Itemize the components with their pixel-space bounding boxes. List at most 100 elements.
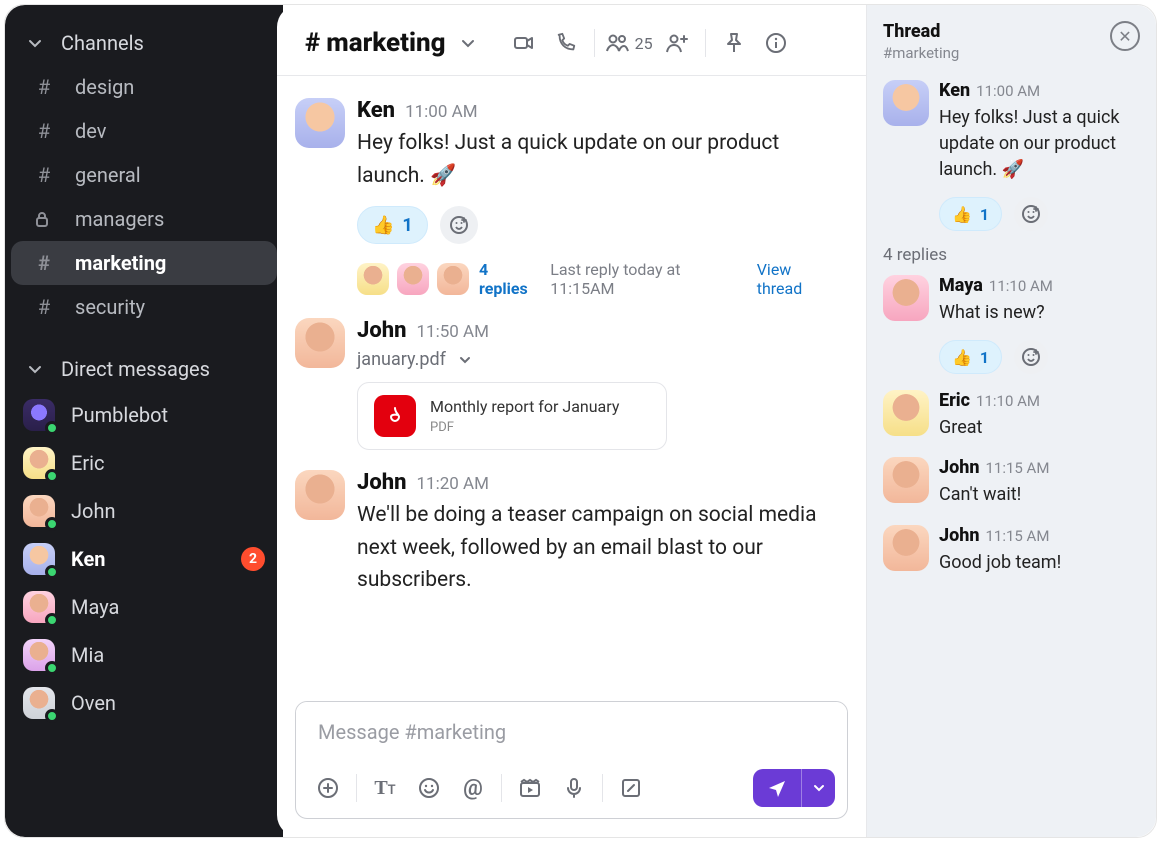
sidebar-dm-john[interactable]: John bbox=[5, 487, 283, 535]
message-author[interactable]: John bbox=[939, 525, 979, 546]
avatar[interactable] bbox=[883, 275, 929, 321]
topbar: # marketing 25 bbox=[277, 5, 866, 76]
reaction-count: 1 bbox=[980, 205, 989, 224]
dm-section-header[interactable]: Direct messages bbox=[5, 347, 283, 391]
add-reaction-button[interactable] bbox=[440, 206, 478, 244]
message-body: What is new? bbox=[939, 300, 1140, 326]
avatar[interactable] bbox=[883, 390, 929, 436]
channel-label: design bbox=[75, 75, 134, 99]
channels-section-header[interactable]: Channels bbox=[5, 21, 283, 65]
add-member-button[interactable] bbox=[659, 25, 695, 61]
sidebar-dm-oven[interactable]: Oven bbox=[5, 679, 283, 727]
thread-close-button[interactable]: ✕ bbox=[1110, 21, 1140, 51]
avatar[interactable] bbox=[883, 525, 929, 571]
reaction-pill[interactable]: 👍1 bbox=[939, 197, 1002, 231]
composer: TT @ bbox=[295, 701, 848, 819]
dm-name: Mia bbox=[71, 643, 104, 667]
chevron-down-icon[interactable] bbox=[801, 769, 835, 807]
view-thread-link[interactable]: View thread bbox=[757, 260, 840, 298]
avatar bbox=[357, 263, 389, 295]
sidebar-channel-marketing[interactable]: #marketing bbox=[11, 241, 277, 285]
presence-indicator bbox=[45, 469, 59, 483]
thread-message: Maya11:10 AM What is new? 👍1 bbox=[867, 267, 1156, 382]
avatar[interactable] bbox=[883, 457, 929, 503]
message-body: Can't wait! bbox=[939, 482, 1140, 508]
hash-icon: # bbox=[33, 75, 55, 99]
emoji-button[interactable] bbox=[409, 768, 449, 808]
pdf-icon bbox=[374, 395, 416, 437]
message-body: We'll be doing a teaser campaign on soci… bbox=[357, 499, 840, 597]
message-time: 11:00 AM bbox=[405, 102, 477, 122]
members-button[interactable]: 25 bbox=[605, 33, 653, 53]
attach-button[interactable] bbox=[308, 768, 348, 808]
replies-link[interactable]: 4 replies bbox=[479, 260, 540, 298]
message-time: 11:15 AM bbox=[985, 459, 1049, 477]
message-time: 11:15 AM bbox=[985, 527, 1049, 545]
sidebar: Channels # design #dev#general managers #mar… bbox=[5, 5, 283, 837]
sidebar-channel-managers[interactable]: managers bbox=[11, 197, 277, 241]
message-author[interactable]: Ken bbox=[357, 98, 395, 123]
message-time: 11:20 AM bbox=[416, 474, 488, 494]
info-button[interactable] bbox=[758, 25, 794, 61]
avatar[interactable] bbox=[883, 80, 929, 126]
message-author[interactable]: John bbox=[357, 318, 406, 343]
sidebar-channel-dev[interactable]: #dev bbox=[11, 109, 277, 153]
member-count: 25 bbox=[635, 34, 653, 53]
attachment-filename[interactable]: january.pdf bbox=[357, 349, 840, 370]
pin-button[interactable] bbox=[716, 25, 752, 61]
avatar[interactable] bbox=[295, 470, 345, 520]
reaction-emoji: 👍 bbox=[372, 215, 394, 236]
sidebar-dm-ken[interactable]: Ken2 bbox=[5, 535, 283, 583]
sidebar-dm-pumblebot[interactable]: Pumblebot bbox=[5, 391, 283, 439]
sidebar-dm-maya[interactable]: Maya bbox=[5, 583, 283, 631]
sidebar-channel-design[interactable]: # design bbox=[11, 65, 277, 109]
avatar[interactable] bbox=[295, 98, 345, 148]
file-title: Monthly report for January bbox=[430, 397, 619, 416]
thread-title: Thread bbox=[883, 21, 959, 42]
channels-header-label: Channels bbox=[61, 31, 144, 55]
message-body: Hey folks! Just a quick update on our pr… bbox=[939, 105, 1140, 183]
channel-label: managers bbox=[75, 207, 164, 231]
message-author[interactable]: John bbox=[357, 470, 406, 495]
presence-indicator bbox=[45, 421, 59, 435]
message-input[interactable] bbox=[296, 702, 847, 762]
add-reaction-button[interactable] bbox=[1014, 197, 1048, 231]
audio-call-button[interactable] bbox=[548, 25, 584, 61]
shortcut-button[interactable] bbox=[611, 768, 651, 808]
sidebar-channel-general[interactable]: #general bbox=[11, 153, 277, 197]
sidebar-channel-security[interactable]: #security bbox=[11, 285, 277, 329]
reaction-pill[interactable]: 👍1 bbox=[357, 206, 428, 244]
thread-summary[interactable]: 4 replies Last reply today at 11:15AM Vi… bbox=[357, 260, 840, 298]
file-attachment-card[interactable]: Monthly report for JanuaryPDF bbox=[357, 382, 667, 450]
message-author[interactable]: John bbox=[939, 457, 979, 478]
sidebar-dm-mia[interactable]: Mia bbox=[5, 631, 283, 679]
channel-label: dev bbox=[75, 119, 106, 143]
presence-indicator bbox=[45, 709, 59, 723]
message-body: Great bbox=[939, 415, 1140, 441]
message: John 11:50 AM january.pdf Monthly report f… bbox=[287, 308, 848, 460]
channel-label: general bbox=[75, 163, 141, 187]
send-button[interactable] bbox=[753, 769, 835, 807]
channel-name: marketing bbox=[326, 28, 445, 58]
avatar bbox=[23, 495, 55, 527]
message-author[interactable]: Maya bbox=[939, 275, 983, 296]
record-video-button[interactable] bbox=[510, 768, 550, 808]
thread-panel: Thread #marketing ✕ Ken11:00 AM Hey folk… bbox=[866, 5, 1156, 837]
avatar bbox=[23, 543, 55, 575]
message-body: Hey folks! Just a quick update on our pr… bbox=[357, 127, 840, 192]
sidebar-dm-eric[interactable]: Eric bbox=[5, 439, 283, 487]
message-author[interactable]: Ken bbox=[939, 80, 970, 101]
channel-title[interactable]: # marketing bbox=[305, 28, 476, 58]
video-call-button[interactable] bbox=[506, 25, 542, 61]
message-time: 11:50 AM bbox=[416, 322, 488, 342]
add-reaction-button[interactable] bbox=[1014, 340, 1048, 374]
record-audio-button[interactable] bbox=[554, 768, 594, 808]
thread-subtitle: #marketing bbox=[883, 44, 959, 62]
format-button[interactable]: TT bbox=[365, 768, 405, 808]
mention-button[interactable]: @ bbox=[453, 768, 493, 808]
reaction-pill[interactable]: 👍1 bbox=[939, 340, 1002, 374]
reaction-emoji: 👍 bbox=[952, 348, 972, 367]
avatar[interactable] bbox=[295, 318, 345, 368]
last-reply-label: Last reply today at 11:15AM bbox=[550, 260, 747, 298]
message-author[interactable]: Eric bbox=[939, 390, 970, 411]
